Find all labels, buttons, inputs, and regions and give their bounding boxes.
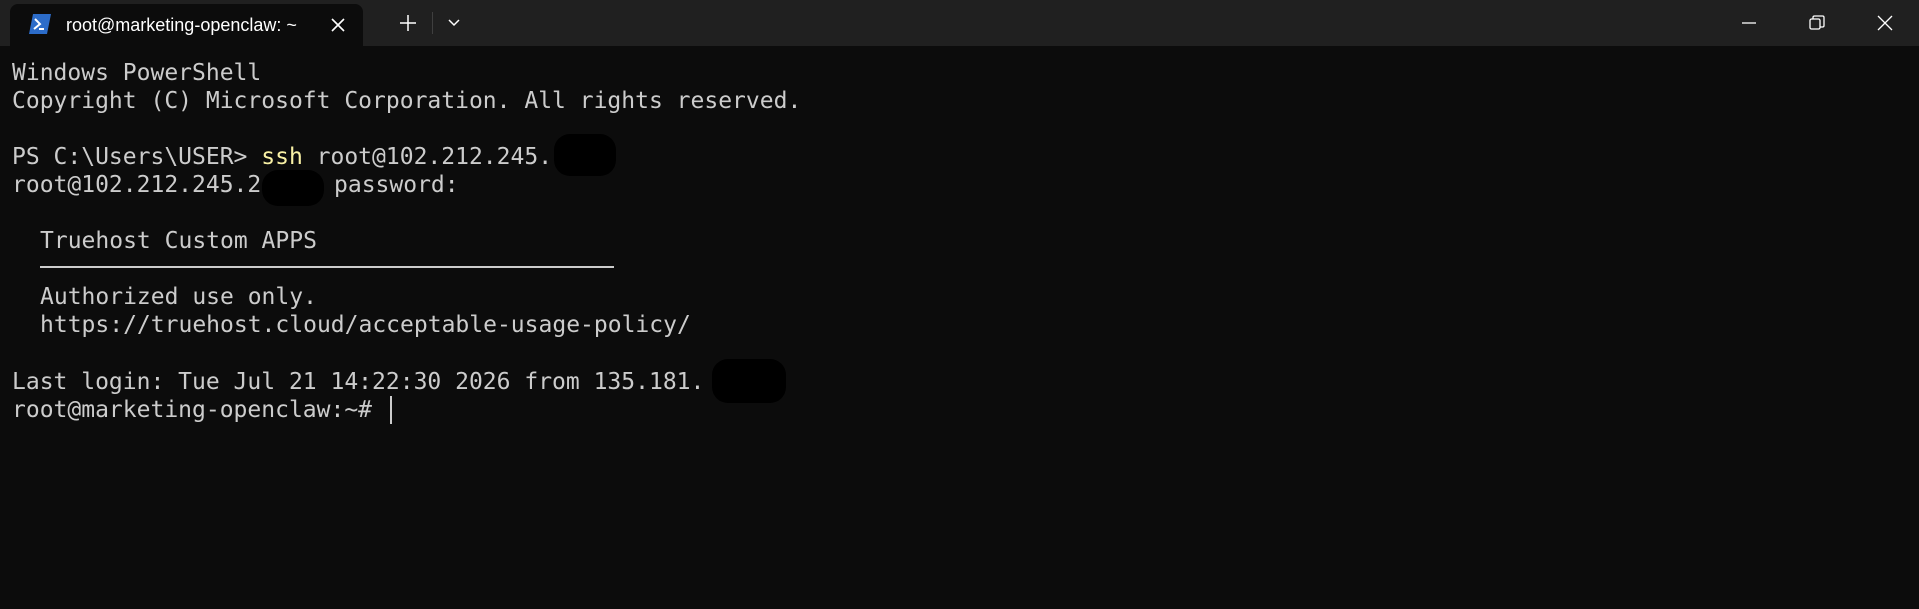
header-line-2: Copyright (C) Microsoft Corporation. All… <box>12 88 802 114</box>
terminal-output[interactable]: Windows PowerShell Copyright (C) Microso… <box>0 46 1919 609</box>
banner-divider <box>40 266 614 268</box>
ssh-command: ssh <box>261 144 303 170</box>
powershell-icon <box>29 14 51 34</box>
header-line-1: Windows PowerShell <box>12 60 262 86</box>
tab-separator <box>432 12 433 34</box>
ssh-target: root@102.212.245. <box>302 144 553 170</box>
text-cursor <box>390 396 392 424</box>
minimize-button[interactable] <box>1716 0 1782 46</box>
close-tab-icon[interactable] <box>328 15 348 35</box>
redaction-mark <box>262 170 324 206</box>
redaction-mark <box>712 359 786 403</box>
plus-icon[interactable] <box>394 9 422 37</box>
redaction-mark <box>554 134 616 176</box>
tab-title: root@marketing-openclaw: ~ <box>66 15 297 35</box>
ps-prompt: PS C:\Users\USER> <box>12 144 262 170</box>
banner-line-1: Authorized use only. <box>40 284 317 310</box>
tab-active[interactable]: root@marketing-openclaw: ~ <box>10 4 363 46</box>
chevron-down-icon[interactable] <box>440 9 468 37</box>
title-bar: root@marketing-openclaw: ~ <box>0 0 1919 46</box>
ssh-command-line: PS C:\Users\USER> ssh root@102.212.245. <box>12 143 552 171</box>
minimize-icon <box>1742 22 1756 24</box>
password-label: password: <box>334 172 459 198</box>
close-window-button[interactable] <box>1852 0 1918 46</box>
close-icon <box>1877 15 1893 31</box>
banner-title: Truehost Custom APPS <box>40 228 317 254</box>
password-host: root@102.212.245.2 <box>12 172 262 198</box>
restore-button[interactable] <box>1784 0 1850 46</box>
shell-prompt: root@marketing-openclaw:~# <box>12 397 373 423</box>
restore-icon <box>1809 15 1825 30</box>
last-login-line: Last login: Tue Jul 21 14:22:30 2026 fro… <box>12 369 705 395</box>
banner-line-2: https://truehost.cloud/acceptable-usage-… <box>40 312 691 338</box>
